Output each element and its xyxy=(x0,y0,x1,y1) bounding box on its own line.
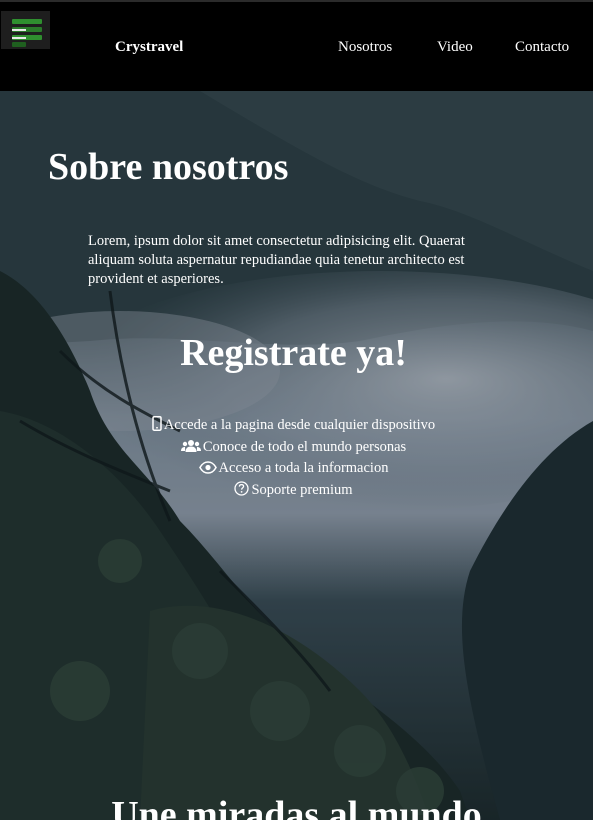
nav-link-video[interactable]: Video xyxy=(437,39,473,56)
list-item: Acceso a toda la informacion xyxy=(0,459,587,481)
brand-name[interactable]: Crystravel xyxy=(115,39,183,56)
question-circle-icon xyxy=(234,480,250,503)
nav-link-nosotros[interactable]: Nosotros xyxy=(338,39,392,56)
list-item: Conoce de todo el mundo personas xyxy=(0,438,587,460)
mobile-phone-icon xyxy=(152,416,162,438)
feature-label: Conoce de todo el mundo personas xyxy=(202,438,407,455)
feature-label: Accede a la pagina desde cualquier dispo… xyxy=(163,417,436,433)
list-item: Accede a la pagina desde cualquier dispo… xyxy=(0,416,587,438)
hamburger-logo-icon[interactable] xyxy=(1,11,50,49)
users-icon xyxy=(180,439,201,460)
register-title: Registrate ya! xyxy=(180,332,407,374)
next-section-title: Une miradas al mundo xyxy=(111,794,482,820)
eye-icon xyxy=(198,461,217,481)
navbar: Crystravel Nosotros Video Contacto xyxy=(0,0,593,91)
nav-link-contacto[interactable]: Contacto xyxy=(515,39,569,56)
features-list: Accede a la pagina desde cualquier dispo… xyxy=(0,416,587,502)
feature-label: Acceso a toda la informacion xyxy=(218,460,389,476)
about-title: Sobre nosotros xyxy=(48,146,289,188)
feature-label: Soporte premium xyxy=(251,481,353,498)
list-item: Soporte premium xyxy=(0,480,587,503)
about-paragraph: Lorem, ipsum dolor sit amet consectetur … xyxy=(88,233,465,287)
page: Crystravel Nosotros Video Contacto Sobre… xyxy=(0,0,593,820)
